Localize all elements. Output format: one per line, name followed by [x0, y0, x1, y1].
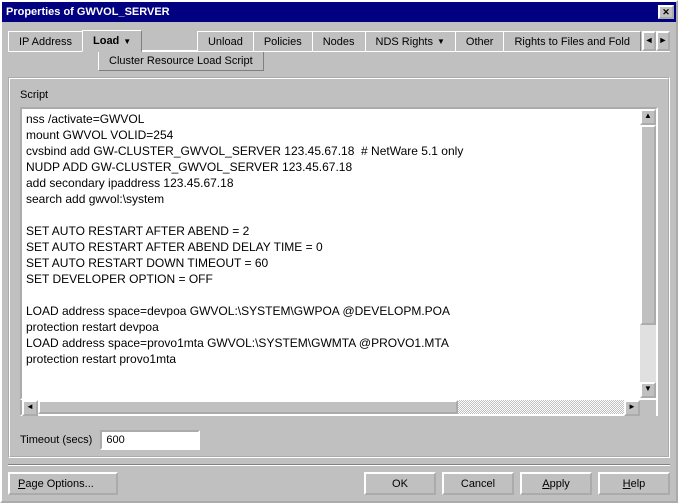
script-label: Script — [20, 89, 658, 101]
timeout-row: Timeout (secs) — [20, 430, 658, 450]
page-options-button[interactable]: Page Options... — [8, 472, 118, 495]
chevron-down-icon: ▼ — [437, 37, 445, 46]
vscroll-track[interactable] — [640, 125, 656, 382]
script-text[interactable]: nss /activate=GWVOL mount GWVOL VOLID=25… — [22, 109, 640, 398]
tab-load[interactable]: Load▼ — [82, 30, 142, 52]
vertical-scrollbar[interactable]: ▲ ▼ — [640, 109, 656, 398]
ok-button[interactable]: OK — [364, 472, 436, 495]
tab-ip-address[interactable]: IP Address — [8, 31, 83, 51]
timeout-label: Timeout (secs) — [20, 434, 92, 446]
tab-scroll-left[interactable]: ◄ — [642, 31, 656, 51]
cancel-button[interactable]: Cancel — [442, 472, 514, 495]
window-title: Properties of GWVOL_SERVER — [6, 6, 170, 18]
hscroll-thumb[interactable] — [38, 400, 458, 414]
apply-button[interactable]: Apply — [520, 472, 592, 495]
tab-strip: IP Address Load▼ Unload Policies Nodes N… — [8, 30, 670, 51]
tab-rights-files[interactable]: Rights to Files and Fold — [503, 31, 641, 51]
tab-nds-rights[interactable]: NDS Rights▼ — [365, 31, 456, 51]
chevron-down-icon: ▼ — [123, 37, 131, 46]
scroll-down-button[interactable]: ▼ — [640, 382, 656, 398]
scroll-right-button[interactable]: ► — [624, 400, 640, 416]
titlebar: Properties of GWVOL_SERVER ✕ — [2, 2, 676, 22]
tab-unload[interactable]: Unload — [197, 31, 254, 51]
tab-scroll-right[interactable]: ► — [656, 31, 670, 51]
tab-nodes[interactable]: Nodes — [312, 31, 366, 51]
properties-window: Properties of GWVOL_SERVER ✕ IP Address … — [0, 0, 678, 503]
close-button[interactable]: ✕ — [658, 5, 674, 19]
horizontal-scrollbar[interactable]: ◄ ► — [20, 400, 658, 416]
subtab-load-script[interactable]: Cluster Resource Load Script — [98, 52, 264, 71]
timeout-input[interactable] — [100, 430, 200, 450]
scroll-corner — [640, 400, 656, 416]
content-panel: Script nss /activate=GWVOL mount GWVOL V… — [8, 77, 670, 458]
subtab-row: Cluster Resource Load Script — [8, 51, 670, 71]
vscroll-thumb[interactable] — [640, 125, 656, 325]
tab-scroll: ◄ ► — [642, 31, 670, 51]
hscroll-track[interactable] — [38, 400, 624, 414]
tab-other[interactable]: Other — [455, 31, 505, 51]
tab-policies[interactable]: Policies — [253, 31, 313, 51]
script-textarea[interactable]: nss /activate=GWVOL mount GWVOL VOLID=25… — [20, 107, 658, 400]
scroll-up-button[interactable]: ▲ — [640, 109, 656, 125]
help-button[interactable]: Help — [598, 472, 670, 495]
button-row: Page Options... OK Cancel Apply Help — [2, 466, 676, 501]
scroll-left-button[interactable]: ◄ — [22, 400, 38, 416]
